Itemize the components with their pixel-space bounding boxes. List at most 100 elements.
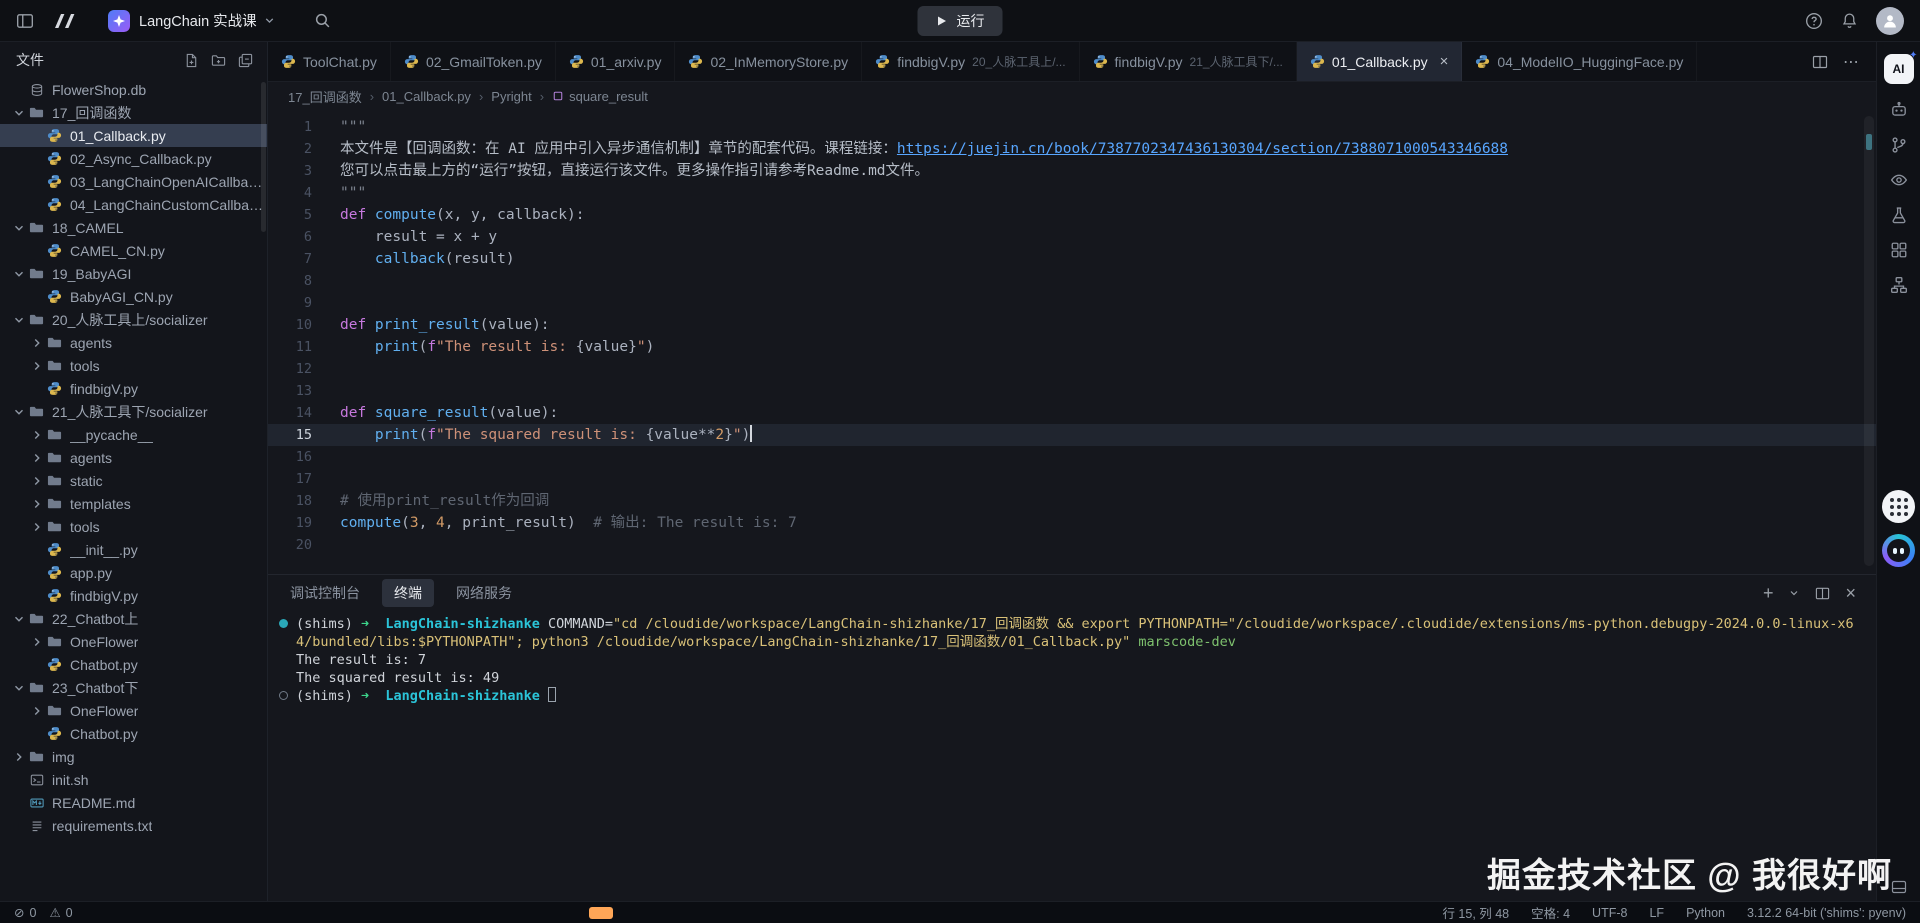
code-link[interactable]: https://juejin.cn/book/73877023474361303… [897, 141, 1508, 157]
line-number[interactable]: 18 [268, 490, 340, 512]
tree-item[interactable]: 22_Chatbot上 [0, 607, 267, 630]
line-number[interactable]: 11 [268, 336, 340, 358]
code-line[interactable]: 18# 使用print_result作为回调 [268, 490, 1876, 512]
tree-item[interactable]: findbigV.py [0, 377, 267, 400]
problems-indicator[interactable]: ⊘ 0 ⚠ 0 [14, 905, 73, 920]
apps-launcher-button[interactable] [1882, 490, 1915, 523]
breadcrumb-item[interactable]: 01_Callback.py [382, 89, 471, 104]
robot-icon[interactable] [1890, 101, 1908, 119]
line-number[interactable]: 6 [268, 226, 340, 248]
line-number[interactable]: 3 [268, 160, 340, 182]
code-line[interactable]: 14def square_result(value): [268, 402, 1876, 424]
line-number[interactable]: 4 [268, 182, 340, 204]
editor-tab[interactable]: findbigV.py21_人脉工具下/... [1080, 42, 1297, 81]
code-line[interactable]: 7 callback(result) [268, 248, 1876, 270]
editor-tab[interactable]: 01_Callback.py× [1297, 42, 1463, 81]
line-number[interactable]: 19 [268, 512, 340, 534]
editor-tab[interactable]: 02_GmailToken.py [391, 42, 556, 81]
grid-icon[interactable] [1890, 241, 1908, 259]
run-button[interactable]: 运行 [918, 6, 1003, 36]
code-line[interactable]: 4""" [268, 182, 1876, 204]
panel-tab[interactable]: 调试控制台 [288, 579, 362, 607]
tree-item[interactable]: Chatbot.py [0, 653, 267, 676]
tree-item[interactable]: BabyAGI_CN.py [0, 285, 267, 308]
workspace-badge-icon[interactable] [108, 10, 130, 32]
breadcrumb-item[interactable]: Pyright [491, 89, 531, 104]
cursor-position[interactable]: 行 15, 列 48 [1442, 903, 1509, 922]
close-panel-icon[interactable]: × [1845, 584, 1856, 602]
tree-item[interactable]: __init__.py [0, 538, 267, 561]
tree-item[interactable]: 03_LangChainOpenAICallback.... [0, 170, 267, 193]
code-line[interactable]: 12 [268, 358, 1876, 380]
indentation[interactable]: 空格: 4 [1531, 903, 1570, 922]
line-number[interactable]: 16 [268, 446, 340, 468]
code-line[interactable]: 1""" [268, 116, 1876, 138]
code-line[interactable]: 16 [268, 446, 1876, 468]
code-line[interactable]: 6 result = x + y [268, 226, 1876, 248]
line-number[interactable]: 17 [268, 468, 340, 490]
line-number[interactable]: 12 [268, 358, 340, 380]
tree-item[interactable]: app.py [0, 561, 267, 584]
marscode-logo-icon[interactable] [52, 12, 78, 30]
tree-item[interactable]: Chatbot.py [0, 722, 267, 745]
tree-item[interactable]: 02_Async_Callback.py [0, 147, 267, 170]
line-number[interactable]: 7 [268, 248, 340, 270]
collapse-all-icon[interactable] [238, 53, 253, 68]
tree-item[interactable]: __pycache__ [0, 423, 267, 446]
language-mode[interactable]: Python [1686, 906, 1725, 920]
code-line[interactable]: 10def print_result(value): [268, 314, 1876, 336]
search-icon[interactable] [314, 12, 331, 29]
line-number[interactable]: 5 [268, 204, 340, 226]
more-actions-icon[interactable]: ⋯ [1843, 52, 1860, 72]
code-line[interactable]: 9 [268, 292, 1876, 314]
marscode-mascot-button[interactable] [1882, 534, 1915, 567]
python-interpreter[interactable]: 3.12.2 64-bit ('shims': pyenv) [1747, 906, 1906, 920]
tree-item[interactable]: tools [0, 515, 267, 538]
line-number[interactable]: 2 [268, 138, 340, 160]
toggle-panel-icon[interactable] [1891, 879, 1907, 895]
tree-item[interactable]: 04_LangChainCustomCallback.... [0, 193, 267, 216]
eol-sequence[interactable]: LF [1649, 906, 1664, 920]
tree-item[interactable]: 23_Chatbot下 [0, 676, 267, 699]
code-line[interactable]: 15 print(f"The squared result is: {value… [268, 424, 1876, 446]
tree-item[interactable]: init.sh [0, 768, 267, 791]
tree-item[interactable]: README.md [0, 791, 267, 814]
tree-item[interactable]: findbigV.py [0, 584, 267, 607]
help-icon[interactable] [1805, 12, 1823, 30]
tree-item[interactable]: 01_Callback.py [0, 124, 267, 147]
chevron-down-icon[interactable] [263, 14, 276, 27]
new-folder-icon[interactable] [211, 53, 226, 68]
code-line[interactable]: 8 [268, 270, 1876, 292]
code-line[interactable]: 5def compute(x, y, callback): [268, 204, 1876, 226]
tree-item[interactable]: 18_CAMEL [0, 216, 267, 239]
editor-tab[interactable]: 04_ModelIO_HuggingFace.py [1462, 42, 1697, 81]
editor-tab[interactable]: 01_arxiv.py [556, 42, 676, 81]
sidebar-scrollbar[interactable] [261, 82, 266, 232]
line-number[interactable]: 9 [268, 292, 340, 314]
ai-assistant-button[interactable]: AI ✦ [1884, 54, 1914, 84]
breadcrumb-item[interactable]: 17_回调函数 [288, 87, 362, 106]
tree-item[interactable]: 17_回调函数 [0, 101, 267, 124]
tree-item[interactable]: OneFlower [0, 699, 267, 722]
tab-close-icon[interactable]: × [1440, 53, 1449, 70]
editor-scrollbar[interactable] [1864, 116, 1874, 566]
code-line[interactable]: 3您可以点击最上方的“运行”按钮，直接运行该文件。更多操作指引请参考Readme… [268, 160, 1876, 182]
tree-item[interactable]: FlowerShop.db [0, 78, 267, 101]
breadcrumb-item[interactable]: square_result [552, 89, 648, 104]
layout-panel-icon[interactable] [16, 12, 34, 30]
line-number[interactable]: 1 [268, 116, 340, 138]
line-number[interactable]: 8 [268, 270, 340, 292]
line-number[interactable]: 13 [268, 380, 340, 402]
code-line[interactable]: 11 print(f"The result is: {value}") [268, 336, 1876, 358]
code-line[interactable]: 2本文件是【回调函数：在 AI 应用中引入异步通信机制】章节的配套代码。课程链接… [268, 138, 1876, 160]
tree-item[interactable]: templates [0, 492, 267, 515]
terminal[interactable]: (shims) ➜ LangChain-shizhanke COMMAND="c… [268, 611, 1876, 901]
tree-item[interactable]: 21_人脉工具下/socializer [0, 400, 267, 423]
avatar[interactable] [1876, 7, 1904, 35]
hierarchy-icon[interactable] [1890, 276, 1908, 294]
line-number[interactable]: 14 [268, 402, 340, 424]
new-file-icon[interactable] [184, 53, 199, 68]
terminal-dropdown-icon[interactable] [1788, 587, 1800, 599]
tree-item[interactable]: static [0, 469, 267, 492]
code-line[interactable]: 20 [268, 534, 1876, 556]
